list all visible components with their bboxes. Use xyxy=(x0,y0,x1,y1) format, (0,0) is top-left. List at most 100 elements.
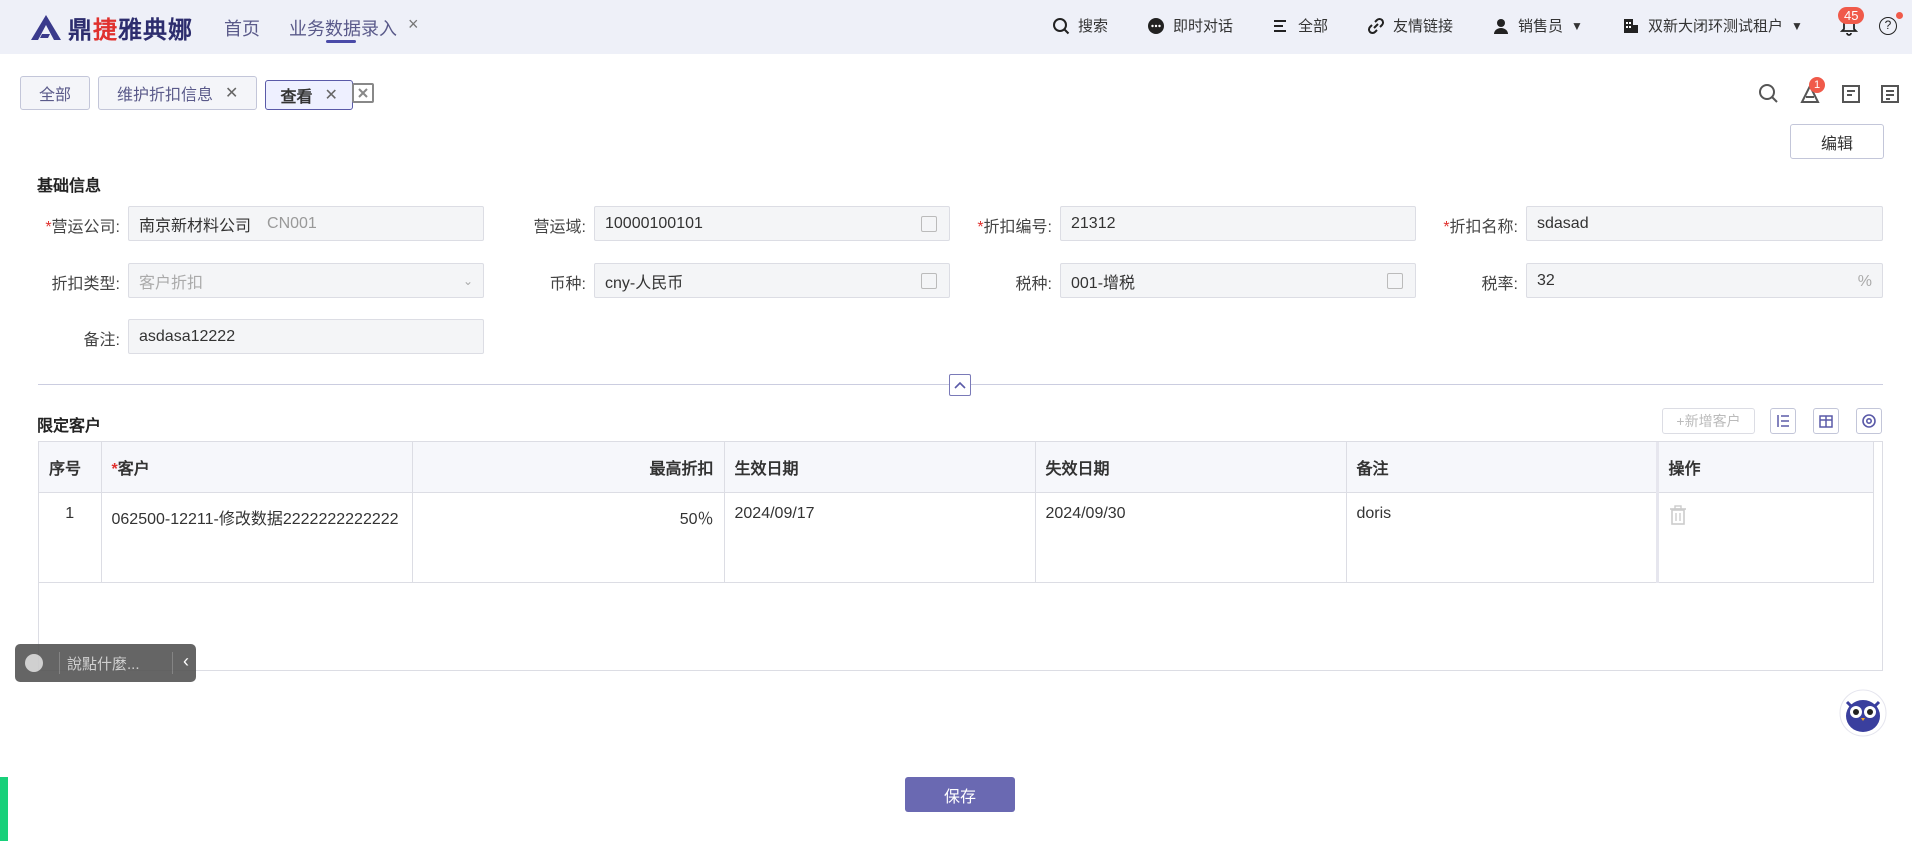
col-header-remark: 备注 xyxy=(1346,442,1658,493)
smile-icon xyxy=(25,654,43,672)
tab-maintain-discount[interactable]: 维护折扣信息 ✕ xyxy=(98,76,258,110)
page-tabs: 全部 维护折扣信息 ✕ 查看 ✕ xyxy=(20,76,353,110)
rate-label: 税率: xyxy=(1481,276,1518,293)
help-dot xyxy=(1896,12,1903,19)
trash-icon[interactable] xyxy=(1669,504,1687,525)
domain-field[interactable]: 10000100101 xyxy=(594,206,950,241)
domain-label: 营运域: xyxy=(533,219,586,236)
remark-label: 备注: xyxy=(83,332,120,349)
notification-badge: 45 xyxy=(1838,7,1865,24)
col-header-discount: 最高折扣 xyxy=(412,442,725,493)
tax-field[interactable]: 001-增税 xyxy=(1060,263,1416,298)
chevron-left-icon[interactable]: ‹ xyxy=(183,651,189,672)
picker-icon[interactable] xyxy=(921,216,937,232)
menu-icon xyxy=(1274,19,1286,32)
currency-label: 币种: xyxy=(549,276,586,293)
assistant-owl-icon[interactable] xyxy=(1838,688,1888,738)
save-button[interactable]: 保存 xyxy=(905,777,1015,812)
chat-separator xyxy=(172,652,173,674)
col-header-actions: 操作 xyxy=(1655,442,1874,493)
picker-icon[interactable] xyxy=(1387,273,1403,289)
brand-name: 鼎捷雅典娜 xyxy=(68,16,193,44)
chat-label: 即时对话 xyxy=(1173,18,1234,35)
chat-input[interactable]: 說點什麼... xyxy=(67,653,140,674)
tenant-label: 双新大闭环测试租户 xyxy=(1648,18,1784,35)
chat-link[interactable]: 即时对话 xyxy=(1147,15,1233,36)
remark-field[interactable]: asdasa12222 xyxy=(128,319,484,354)
close-icon[interactable]: ✕ xyxy=(225,83,238,103)
building-icon xyxy=(1624,18,1638,33)
document-icon[interactable] xyxy=(1879,83,1901,105)
nav-tab-close-icon[interactable]: × xyxy=(408,14,419,35)
brand-logo[interactable]: 鼎捷雅典娜 xyxy=(28,10,193,44)
name-label: *折扣名称: xyxy=(1443,219,1518,236)
company-field[interactable]: 南京新材料公司 CN001 xyxy=(128,206,484,241)
edit-button[interactable]: 编辑 xyxy=(1790,124,1884,159)
col-header-no: 序号 xyxy=(39,442,102,493)
cell-customer[interactable]: 062500-12211-修改数据2222222222222 xyxy=(101,492,413,583)
close-all-tabs-icon[interactable] xyxy=(352,83,374,103)
role-dropdown[interactable]: 销售员 ▼ xyxy=(1492,15,1583,36)
table-header-row: 序号 *客户 最高折扣 生效日期 失效日期 备注 操作 xyxy=(39,442,1874,493)
caret-down-icon: ▼ xyxy=(1791,18,1803,33)
col-header-end: 失效日期 xyxy=(1035,442,1347,493)
discount-type-select[interactable]: 客户折扣 ⌄ xyxy=(128,263,484,298)
currency-field[interactable]: cny-人民币 xyxy=(594,263,950,298)
side-indicator xyxy=(0,777,8,841)
role-label: 销售员 xyxy=(1518,18,1564,35)
tab-all[interactable]: 全部 xyxy=(20,76,91,110)
friend-links[interactable]: 友情链接 xyxy=(1367,15,1453,36)
search-link[interactable]: 搜索 xyxy=(1052,15,1108,36)
row-height-icon[interactable] xyxy=(1770,408,1796,434)
table-row[interactable]: 1 062500-12211-修改数据2222222222222 50％ 202… xyxy=(39,492,1874,583)
tax-label: 税种: xyxy=(1015,276,1052,293)
tab-label: 查看 xyxy=(280,89,313,106)
links-label: 友情链接 xyxy=(1393,18,1454,35)
chat-widget[interactable]: 說點什麼... ‹ xyxy=(15,644,196,682)
nav-tab-indicator xyxy=(326,40,356,43)
chevron-up-icon xyxy=(954,381,966,389)
add-customer-button[interactable]: +新增客户 xyxy=(1662,408,1755,434)
cell-discount[interactable]: 50％ xyxy=(412,492,725,583)
help-icon[interactable]: ? xyxy=(1879,17,1897,35)
col-header-start: 生效日期 xyxy=(724,442,1036,493)
user-icon xyxy=(1494,18,1508,34)
link-icon xyxy=(1367,17,1385,34)
cell-no: 1 xyxy=(39,492,102,583)
top-bar: 鼎捷雅典娜 首页 业务数据录入 × 搜索 即时对话 全部 友情链接 销售员 ▼ … xyxy=(0,0,1912,54)
percent-suffix: % xyxy=(1857,273,1872,290)
search-label: 搜索 xyxy=(1078,18,1109,35)
close-icon[interactable]: ✕ xyxy=(324,85,337,105)
customers-table: 序号 *客户 最高折扣 生效日期 失效日期 备注 操作 1 062500-122… xyxy=(38,441,1883,671)
company-label: *营运公司: xyxy=(45,219,120,236)
tab-label: 维护折扣信息 xyxy=(117,87,214,104)
tax-rate-field[interactable]: 32% xyxy=(1526,263,1883,298)
code-label: *折扣编号: xyxy=(977,219,1052,236)
collapse-button[interactable] xyxy=(949,374,971,396)
logo-icon xyxy=(31,15,61,40)
cell-remark[interactable]: doris xyxy=(1346,492,1658,583)
settings-icon[interactable] xyxy=(1856,408,1882,434)
discount-code-field[interactable]: 21312 xyxy=(1060,206,1416,241)
picker-icon[interactable] xyxy=(921,273,937,289)
section-title-basic: 基础信息 xyxy=(37,178,102,195)
cell-end-date[interactable]: 2024/09/30 xyxy=(1035,492,1347,583)
tab-label: 全部 xyxy=(39,87,72,104)
column-layout-icon[interactable] xyxy=(1813,408,1839,434)
cell-actions xyxy=(1655,492,1874,583)
nav-home[interactable]: 首页 xyxy=(224,15,260,41)
cell-start-date[interactable]: 2024/09/17 xyxy=(724,492,1036,583)
nav-tab-business-entry[interactable]: 业务数据录入 xyxy=(289,15,397,41)
tab-view[interactable]: 查看 ✕ xyxy=(265,80,353,110)
col-header-customer: *客户 xyxy=(101,442,413,493)
discount-name-field[interactable]: sdasad xyxy=(1526,206,1883,241)
tenant-dropdown[interactable]: 双新大闭环测试租户 ▼ xyxy=(1622,15,1803,36)
chat-bubble-icon xyxy=(1148,17,1164,34)
search-icon[interactable] xyxy=(1758,83,1780,105)
approval-badge: 1 xyxy=(1809,77,1825,93)
chat-separator xyxy=(59,652,60,674)
all-menu-link[interactable]: 全部 xyxy=(1272,15,1328,36)
section-title-customers: 限定客户 xyxy=(37,418,102,435)
all-label: 全部 xyxy=(1298,18,1329,35)
list-edit-icon[interactable] xyxy=(1840,83,1862,105)
